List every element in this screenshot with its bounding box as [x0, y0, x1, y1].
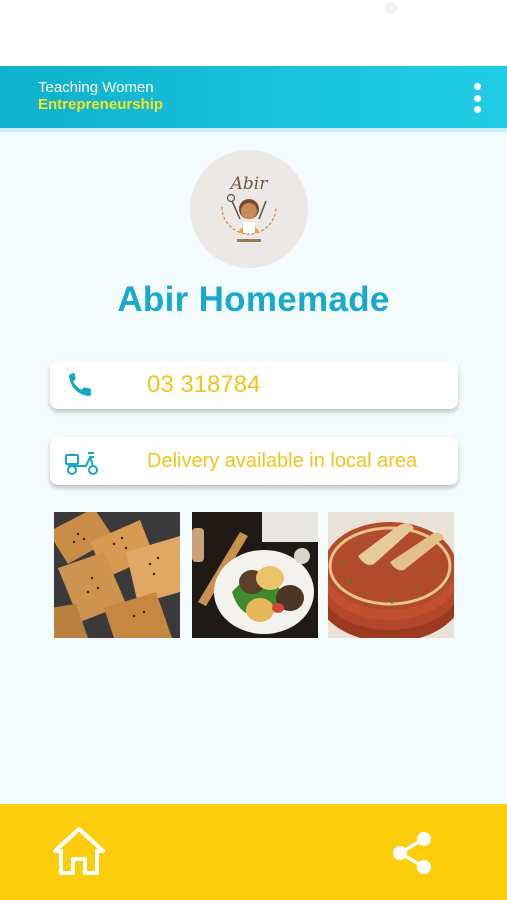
home-icon[interactable]	[52, 826, 106, 876]
lahm-bi-ajeen-photo[interactable]	[328, 512, 454, 638]
phone-icon	[69, 373, 91, 396]
phone-card[interactable]: 03 318784	[50, 361, 458, 409]
more-vert-icon[interactable]	[469, 83, 485, 113]
main-content: Abir Abir Homemade 03 318784 Delivery av…	[0, 132, 507, 804]
logo-text: Abir	[229, 174, 269, 194]
shop-logo: Abir	[190, 150, 308, 268]
brand-logo: Teaching Women Entrepreneurship	[38, 79, 163, 113]
status-bar-area	[0, 0, 507, 66]
scooter-icon	[65, 452, 98, 475]
delivery-info: Delivery available in local area	[147, 450, 418, 472]
phone-number: 03 318784	[147, 371, 261, 398]
shop-title: Abir Homemade	[117, 280, 390, 319]
delivery-card: Delivery available in local area	[50, 437, 458, 485]
share-icon[interactable]	[390, 830, 434, 876]
brand-line-2: Entrepreneurship	[38, 96, 164, 113]
status-indicator	[385, 2, 397, 14]
app-header: Teaching Women Entrepreneurship	[0, 66, 507, 128]
kibbeh-plate-photo[interactable]	[192, 512, 318, 638]
pastries-photo[interactable]	[54, 512, 180, 638]
brand-line-1: Teaching Women	[38, 79, 154, 96]
bottom-nav	[0, 804, 507, 900]
